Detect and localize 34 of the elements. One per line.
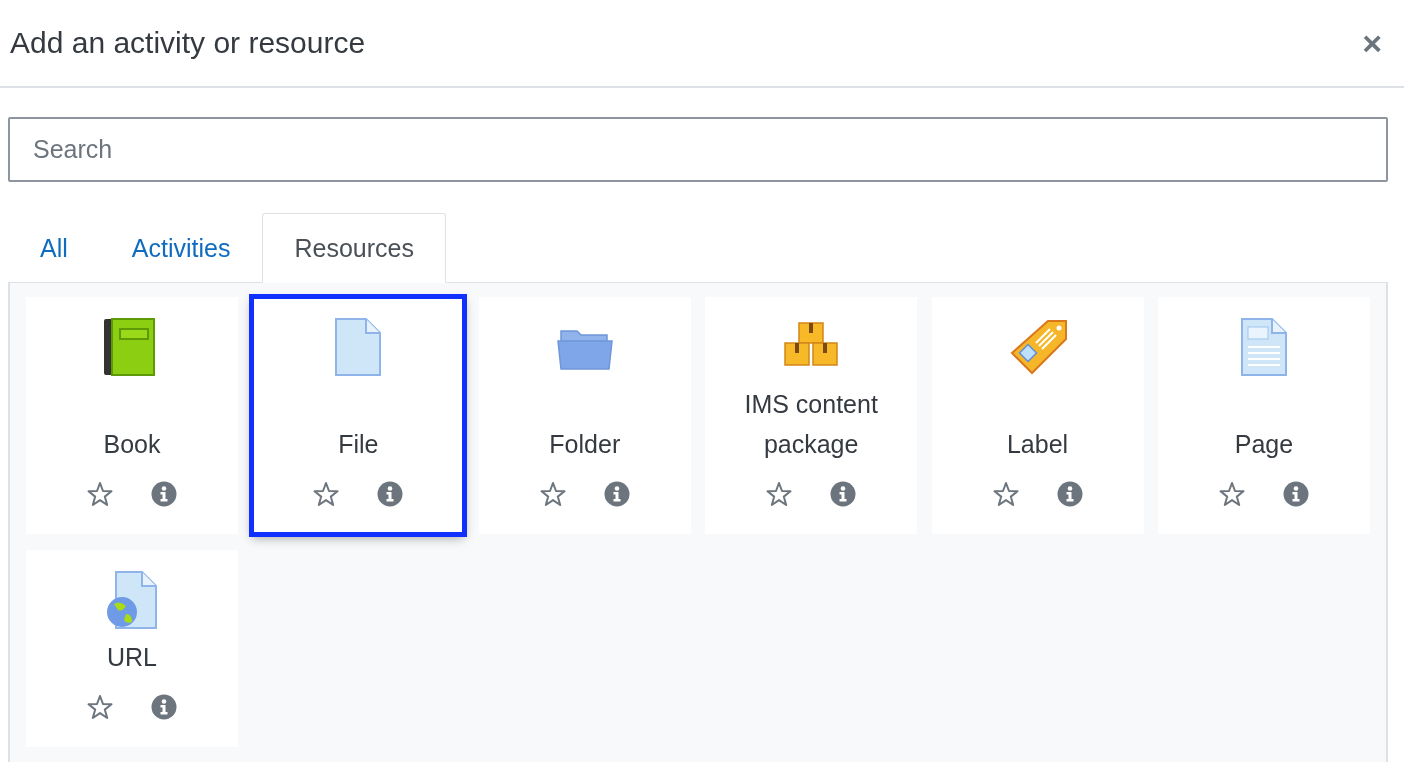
resource-card[interactable]: Folder <box>478 297 691 534</box>
dialog-title: Add an activity or resource <box>10 26 366 60</box>
star-icon[interactable] <box>312 480 341 508</box>
info-icon[interactable] <box>150 480 178 508</box>
resource-name: URL <box>106 642 158 673</box>
star-icon[interactable] <box>1217 480 1246 508</box>
info-icon[interactable] <box>829 480 858 508</box>
tab[interactable]: Resources <box>262 213 446 283</box>
info-icon[interactable] <box>602 480 631 508</box>
star-icon[interactable] <box>991 480 1020 508</box>
star-icon[interactable] <box>538 480 567 508</box>
resource-name: Page <box>1233 429 1295 460</box>
resource-card[interactable]: Page <box>1157 297 1370 534</box>
resource-card[interactable]: Label <box>931 297 1144 534</box>
resource-name: Book <box>102 429 162 460</box>
search-field[interactable]: Search <box>8 117 1388 182</box>
resource-card[interactable]: URL <box>26 550 238 747</box>
resource-name: IMS content package <box>743 389 879 460</box>
star-icon[interactable] <box>86 693 114 721</box>
star-icon[interactable] <box>765 480 794 508</box>
info-icon[interactable] <box>1055 480 1084 508</box>
resource-card[interactable]: Book <box>26 297 238 534</box>
resource-name: Folder <box>548 429 622 460</box>
info-icon[interactable] <box>1281 480 1310 508</box>
close-button[interactable]: × <box>1358 23 1386 63</box>
resource-name: Label <box>1005 429 1070 460</box>
tab[interactable]: All <box>8 213 100 283</box>
star-icon[interactable] <box>86 480 114 508</box>
info-icon[interactable] <box>376 480 405 508</box>
resource-card[interactable]: IMS content package <box>705 297 918 534</box>
resource-name: File <box>337 429 380 460</box>
resource-card[interactable]: File <box>252 297 465 534</box>
info-icon[interactable] <box>150 693 178 721</box>
tab[interactable]: Activities <box>99 213 263 283</box>
